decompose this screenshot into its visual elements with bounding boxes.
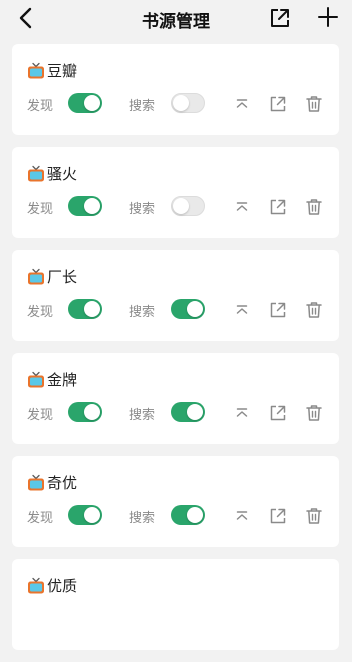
tv-icon xyxy=(28,371,44,387)
move-to-top-button[interactable] xyxy=(232,197,252,217)
discover-toggle[interactable] xyxy=(68,93,102,113)
toggle-knob xyxy=(84,507,100,523)
delete-source-button[interactable] xyxy=(304,506,324,526)
top-bar: 书源管理 xyxy=(0,0,352,36)
source-list: 豆瓣 发现 搜索 骚火 发现 搜索 厂长 发现 搜索 金牌 发现 搜索 奇优 发… xyxy=(12,44,339,662)
discover-toggle[interactable] xyxy=(68,402,102,422)
source-name: 厂长 xyxy=(47,268,78,286)
source-card: 金牌 发现 搜索 xyxy=(12,353,339,444)
source-name: 金牌 xyxy=(47,371,78,389)
move-to-top-button[interactable] xyxy=(232,506,252,526)
share-source-button[interactable] xyxy=(268,197,288,217)
search-label: 搜索 xyxy=(129,99,156,114)
discover-toggle[interactable] xyxy=(68,505,102,525)
source-name: 奇优 xyxy=(47,474,78,492)
discover-toggle[interactable] xyxy=(68,299,102,319)
toggle-knob xyxy=(173,198,189,214)
discover-toggle[interactable] xyxy=(68,196,102,216)
move-to-top-icon xyxy=(236,511,248,520)
export-icon xyxy=(270,199,286,215)
source-title: 豆瓣 xyxy=(27,60,77,81)
export-icon xyxy=(270,405,286,421)
toggle-knob xyxy=(84,404,100,420)
export-icon xyxy=(270,508,286,524)
toggle-knob xyxy=(173,95,189,111)
tv-icon xyxy=(28,165,44,181)
trash-icon xyxy=(306,508,322,524)
discover-label: 发现 xyxy=(27,408,54,423)
plus-icon xyxy=(318,7,338,27)
move-to-top-icon xyxy=(236,99,248,108)
search-toggle[interactable] xyxy=(171,196,205,216)
export-button[interactable] xyxy=(268,6,292,30)
source-name: 豆瓣 xyxy=(47,62,78,80)
discover-label: 发现 xyxy=(27,305,54,320)
move-to-top-button[interactable] xyxy=(232,94,252,114)
trash-icon xyxy=(306,96,322,112)
share-source-button[interactable] xyxy=(268,506,288,526)
move-to-top-icon xyxy=(236,408,248,417)
toggle-knob xyxy=(84,301,100,317)
delete-source-button[interactable] xyxy=(304,94,324,114)
toggle-knob xyxy=(84,198,100,214)
source-card: 豆瓣 发现 搜索 xyxy=(12,44,339,135)
source-title: 金牌 xyxy=(27,369,77,390)
search-toggle[interactable] xyxy=(171,299,205,319)
trash-icon xyxy=(306,405,322,421)
page-title: 书源管理 xyxy=(142,12,210,32)
source-title: 奇优 xyxy=(27,472,77,493)
search-label: 搜索 xyxy=(129,202,156,217)
share-source-button[interactable] xyxy=(268,94,288,114)
export-icon xyxy=(270,302,286,318)
source-card: 奇优 发现 搜索 xyxy=(12,456,339,547)
add-source-button[interactable] xyxy=(316,5,340,29)
source-title: 骚火 xyxy=(27,163,77,184)
export-icon xyxy=(270,96,286,112)
toggle-knob xyxy=(187,301,203,317)
search-label: 搜索 xyxy=(129,511,156,526)
search-label: 搜索 xyxy=(129,305,156,320)
source-card: 厂长 发现 搜索 xyxy=(12,250,339,341)
export-icon xyxy=(271,9,289,27)
move-to-top-button[interactable] xyxy=(232,403,252,423)
delete-source-button[interactable] xyxy=(304,300,324,320)
toggle-knob xyxy=(187,404,203,420)
discover-label: 发现 xyxy=(27,99,54,114)
share-source-button[interactable] xyxy=(268,300,288,320)
move-to-top-icon xyxy=(236,305,248,314)
toggle-knob xyxy=(84,95,100,111)
trash-icon xyxy=(306,302,322,318)
search-toggle[interactable] xyxy=(171,93,205,113)
source-card: 骚火 发现 搜索 xyxy=(12,147,339,238)
tv-icon xyxy=(28,268,44,284)
move-to-top-icon xyxy=(236,202,248,211)
source-title: 厂长 xyxy=(27,266,77,287)
source-name: 骚火 xyxy=(47,165,78,183)
source-name: 优质 xyxy=(47,577,78,595)
share-source-button[interactable] xyxy=(268,403,288,423)
tv-icon xyxy=(28,577,44,593)
source-card: 优质 xyxy=(12,559,339,650)
source-title: 优质 xyxy=(27,575,77,596)
search-label: 搜索 xyxy=(129,408,156,423)
discover-label: 发现 xyxy=(27,511,54,526)
toggle-knob xyxy=(187,507,203,523)
move-to-top-button[interactable] xyxy=(232,300,252,320)
tv-icon xyxy=(28,62,44,78)
delete-source-button[interactable] xyxy=(304,403,324,423)
search-toggle[interactable] xyxy=(171,402,205,422)
search-toggle[interactable] xyxy=(171,505,205,525)
tv-icon xyxy=(28,474,44,490)
delete-source-button[interactable] xyxy=(304,197,324,217)
discover-label: 发现 xyxy=(27,202,54,217)
trash-icon xyxy=(306,199,322,215)
